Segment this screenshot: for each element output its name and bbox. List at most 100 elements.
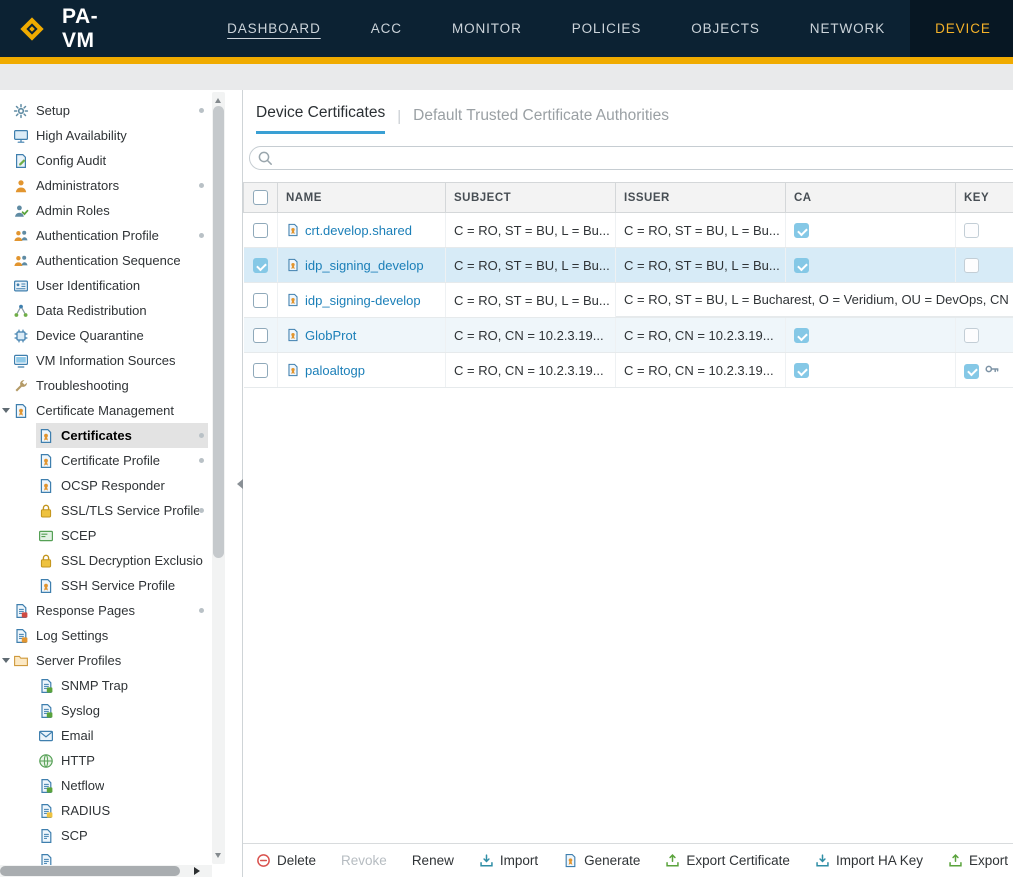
key-cell bbox=[956, 353, 1013, 388]
row-select-checkbox[interactable] bbox=[253, 328, 268, 343]
sidebar-item-label: SCEP bbox=[61, 528, 96, 543]
certificate-name-link[interactable]: GlobProt bbox=[305, 328, 356, 343]
sidebar-item-authentication-profile[interactable]: Authentication Profile bbox=[0, 223, 212, 248]
certificate-search-input[interactable] bbox=[249, 146, 1013, 170]
sidebar-collapse-handle[interactable] bbox=[231, 477, 240, 491]
caret-slot bbox=[2, 123, 13, 148]
status-dot-icon bbox=[199, 508, 204, 513]
row-select-checkbox[interactable] bbox=[253, 293, 268, 308]
sidebar-item-radius[interactable]: RADIUS bbox=[0, 798, 212, 823]
vertical-scroll-thumb[interactable] bbox=[213, 106, 224, 558]
key-cell bbox=[956, 248, 1013, 283]
app-root: PA-VM DASHBOARDACCMONITORPOLICIESOBJECTS… bbox=[0, 0, 1013, 877]
column-header-key[interactable]: KEY bbox=[956, 183, 1013, 213]
certificate-name-link[interactable]: idp_signing_develop bbox=[305, 258, 424, 273]
sidebar-item-device-quarantine[interactable]: Device Quarantine bbox=[0, 323, 212, 348]
scroll-up-arrow-icon[interactable] bbox=[215, 95, 221, 103]
cert-row-idp-signing-develop[interactable]: idp_signing-developC = RO, ST = BU, L = … bbox=[244, 283, 1013, 318]
toolbar-export-certificate-button[interactable]: Export Certificate bbox=[665, 853, 790, 868]
sidebar-item-netflow[interactable]: Netflow bbox=[0, 773, 212, 798]
gear-icon bbox=[13, 103, 29, 119]
certificate-name-link[interactable]: crt.develop.shared bbox=[305, 223, 412, 238]
sidebar-vertical-scrollbar[interactable] bbox=[212, 92, 225, 864]
sidebar-horizontal-scrollbar[interactable] bbox=[0, 865, 212, 877]
toolbar-import-ha-key-button[interactable]: Import HA Key bbox=[815, 853, 923, 868]
key-flag-checkbox bbox=[964, 328, 979, 343]
sidebar-item-email[interactable]: Email bbox=[0, 723, 212, 748]
cert-row-globprot[interactable]: GlobProtC = RO, CN = 10.2.3.19...C = RO,… bbox=[244, 318, 1013, 353]
sidebar-item-authentication-sequence[interactable]: Authentication Sequence bbox=[0, 248, 212, 273]
toolbar-import-button[interactable]: Import bbox=[479, 853, 538, 868]
sidebar-item-response-pages[interactable]: Response Pages bbox=[0, 598, 212, 623]
column-header-name[interactable]: NAME bbox=[278, 183, 446, 213]
ca-cell bbox=[786, 213, 956, 248]
sidebar-item-data-redistribution[interactable]: Data Redistribution bbox=[0, 298, 212, 323]
sidebar-item-high-availability[interactable]: High Availability bbox=[0, 123, 212, 148]
brand[interactable]: PA-VM bbox=[0, 0, 98, 57]
caret-slot bbox=[2, 98, 13, 123]
ca-flag-checkbox bbox=[794, 328, 809, 343]
cert-row-idp-signing-develop[interactable]: idp_signing_developC = RO, ST = BU, L = … bbox=[244, 248, 1013, 283]
sidebar-item-scp[interactable]: SCP bbox=[0, 823, 212, 848]
sidebar-item-log-settings[interactable]: Log Settings bbox=[0, 623, 212, 648]
certificate-name-link[interactable]: paloaltogp bbox=[305, 363, 365, 378]
sidebar-item-label: Log Settings bbox=[36, 628, 108, 643]
nav-item-acc[interactable]: ACC bbox=[346, 0, 427, 57]
row-select-checkbox[interactable] bbox=[253, 363, 268, 378]
sidebar-item-admin-roles[interactable]: Admin Roles bbox=[0, 198, 212, 223]
sidebar-item-certificate-management[interactable]: Certificate Management bbox=[0, 398, 212, 423]
issuer-cell: C = RO, CN = 10.2.3.19... bbox=[616, 318, 786, 353]
caret-slot bbox=[2, 623, 13, 648]
sidebar-item-vm-information-sources[interactable]: VM Information Sources bbox=[0, 348, 212, 373]
status-dot-icon bbox=[199, 183, 204, 188]
gold-accent-bar bbox=[0, 57, 1013, 64]
row-select-checkbox[interactable] bbox=[253, 223, 268, 238]
sidebar-item-certificates[interactable]: Certificates bbox=[0, 423, 212, 448]
certificate-name-link[interactable]: idp_signing-develop bbox=[305, 293, 421, 308]
column-header-ca[interactable]: CA bbox=[786, 183, 956, 213]
sidebar-item-ssl-tls-service-profile[interactable]: SSL/TLS Service Profile bbox=[0, 498, 212, 523]
scroll-right-arrow-icon[interactable] bbox=[194, 867, 204, 875]
sidebar-item-user-identification[interactable]: User Identification bbox=[0, 273, 212, 298]
row-select-checkbox[interactable] bbox=[253, 258, 268, 273]
cert-row-paloaltogp[interactable]: paloaltogpC = RO, CN = 10.2.3.19...C = R… bbox=[244, 353, 1013, 388]
nav-item-monitor[interactable]: MONITOR bbox=[427, 0, 547, 57]
sidebar-item-ssh-service-profile[interactable]: SSH Service Profile bbox=[0, 573, 212, 598]
sidebar-item-snmp-trap[interactable]: SNMP Trap bbox=[0, 673, 212, 698]
sidebar-item-config-audit[interactable]: Config Audit bbox=[0, 148, 212, 173]
tab-device-certificates[interactable]: Device Certificates bbox=[256, 104, 385, 134]
expand-caret-icon[interactable] bbox=[2, 648, 13, 673]
horizontal-scroll-thumb[interactable] bbox=[0, 866, 180, 876]
sidebar-item-troubleshooting[interactable]: Troubleshooting bbox=[0, 373, 212, 398]
nav-item-policies[interactable]: POLICIES bbox=[547, 0, 666, 57]
sidebar-item-label: Troubleshooting bbox=[36, 378, 129, 393]
nav-item-device[interactable]: DEVICE bbox=[910, 0, 1013, 57]
sidebar-item-ssl-decryption-exclusio[interactable]: SSL Decryption Exclusio bbox=[0, 548, 212, 573]
column-header-issuer[interactable]: ISSUER bbox=[616, 183, 786, 213]
sidebar-item-label: User Identification bbox=[36, 278, 140, 293]
toolbar-revoke-button[interactable]: Revoke bbox=[341, 853, 387, 868]
toolbar-export-button[interactable]: Export bbox=[948, 853, 1008, 868]
nav-item-network[interactable]: NETWORK bbox=[785, 0, 910, 57]
toolbar-generate-button[interactable]: Generate bbox=[563, 853, 640, 868]
sidebar-item-ocsp-responder[interactable]: OCSP Responder bbox=[0, 473, 212, 498]
person-check-icon bbox=[13, 203, 29, 219]
expand-caret-icon[interactable] bbox=[2, 398, 13, 423]
sidebar-item-certificate-profile[interactable]: Certificate Profile bbox=[0, 448, 212, 473]
column-header-subject[interactable]: SUBJECT bbox=[446, 183, 616, 213]
sidebar-item-setup[interactable]: Setup bbox=[0, 98, 212, 123]
cert-row-crt-develop-shared[interactable]: crt.develop.sharedC = RO, ST = BU, L = B… bbox=[244, 213, 1013, 248]
sidebar-item-scep[interactable]: SCEP bbox=[0, 523, 212, 548]
select-all-checkbox[interactable] bbox=[253, 190, 268, 205]
tab-default-trusted-certificate-authorities[interactable]: Default Trusted Certificate Authorities bbox=[413, 107, 669, 134]
nav-item-dashboard[interactable]: DASHBOARD bbox=[202, 0, 346, 57]
sidebar-item-syslog[interactable]: Syslog bbox=[0, 698, 212, 723]
sidebar-item-server-profiles[interactable]: Server Profiles bbox=[0, 648, 212, 673]
scroll-down-arrow-icon[interactable] bbox=[215, 853, 221, 861]
sidebar-item-http[interactable]: HTTP bbox=[0, 748, 212, 773]
nav-item-objects[interactable]: OBJECTS bbox=[666, 0, 785, 57]
toolbar-renew-button[interactable]: Renew bbox=[412, 853, 454, 868]
sidebar-item-administrators[interactable]: Administrators bbox=[0, 173, 212, 198]
people-icon bbox=[13, 253, 29, 269]
toolbar-delete-button[interactable]: Delete bbox=[256, 853, 316, 868]
